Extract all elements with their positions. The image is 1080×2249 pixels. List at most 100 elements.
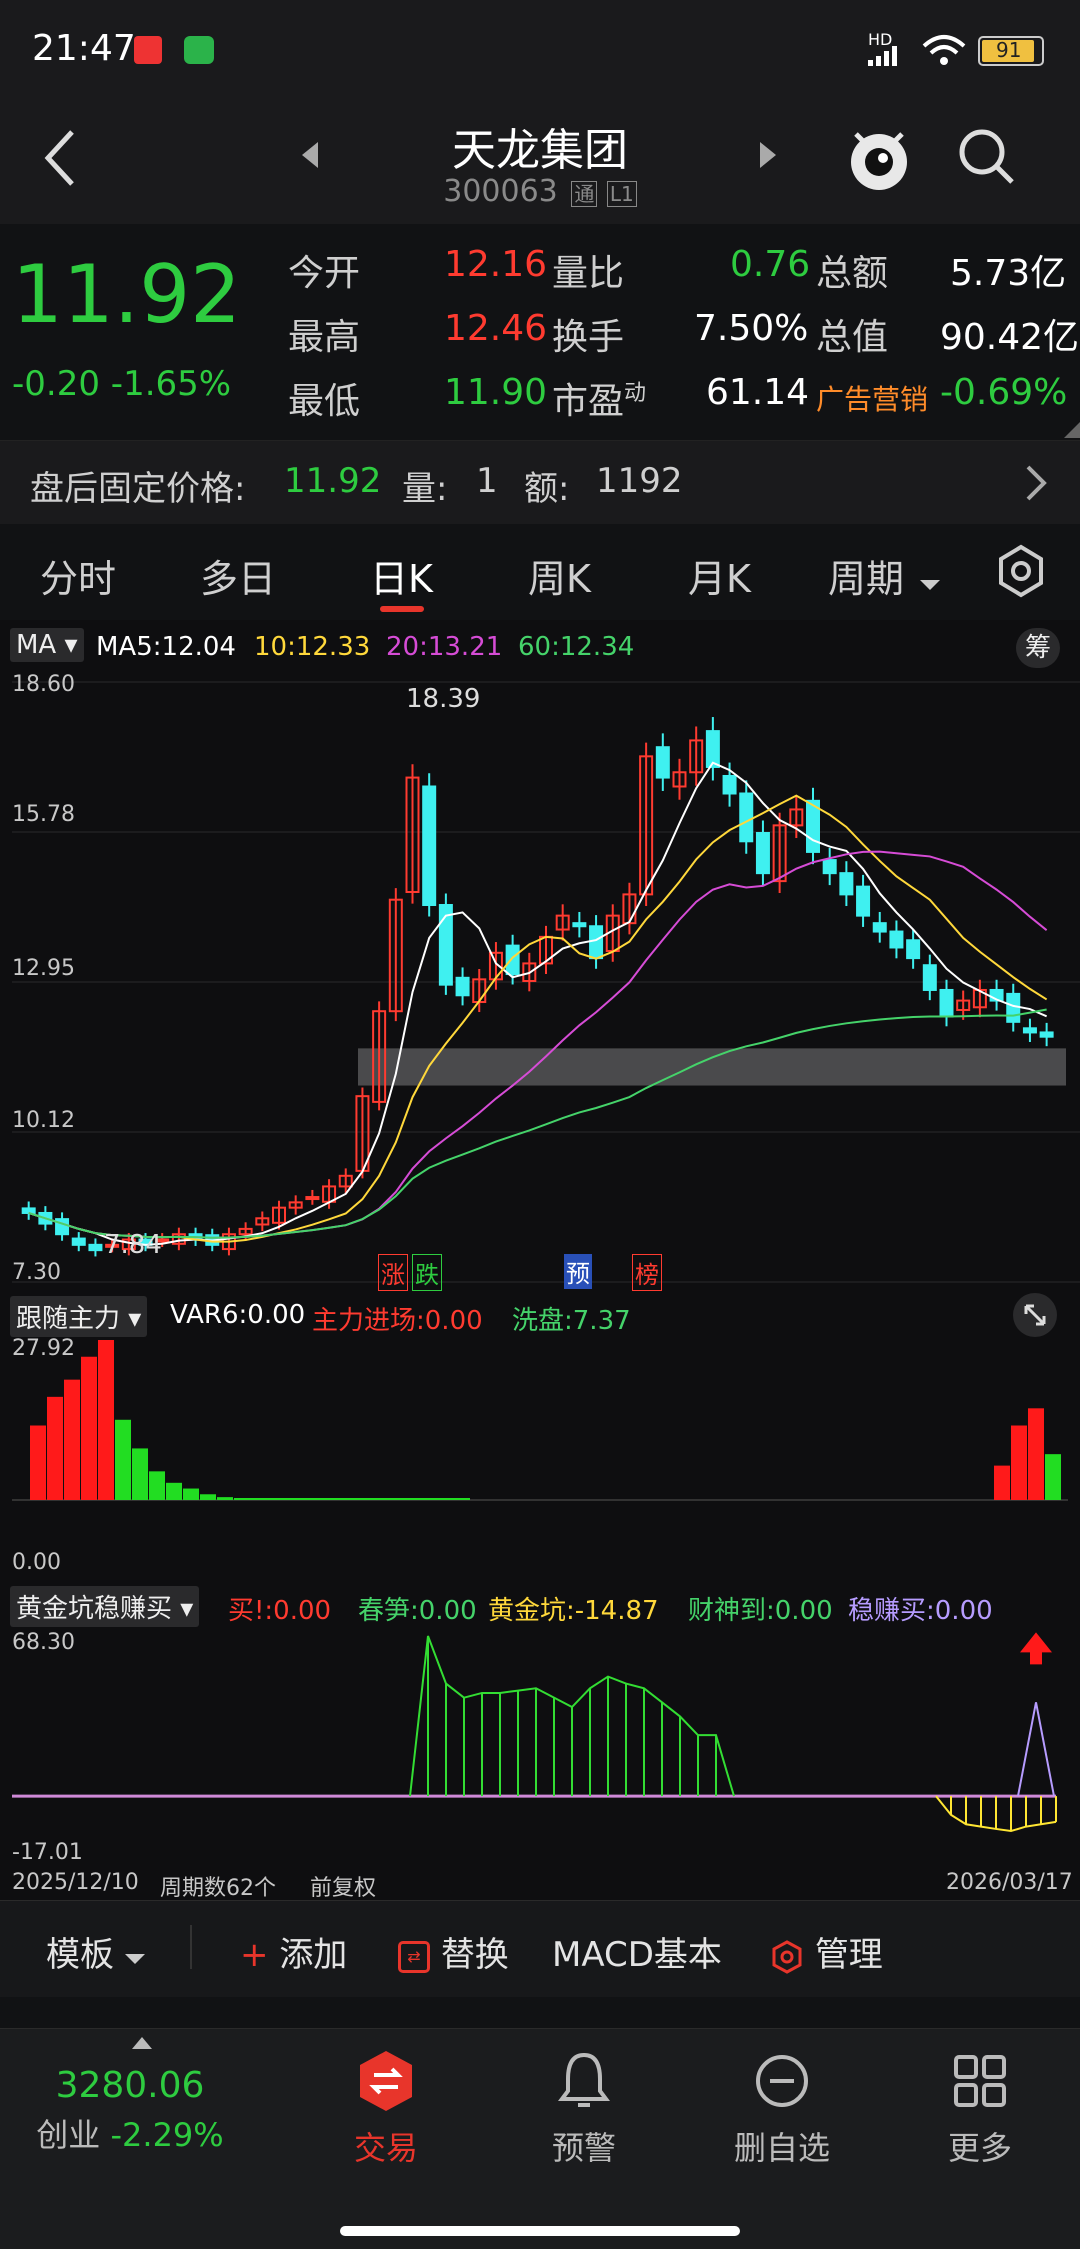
- wechat-icon: [184, 36, 214, 64]
- candle-body: [856, 885, 871, 917]
- y-tick-top: 18.60: [12, 672, 75, 697]
- after-hours-vol: 1: [476, 461, 498, 501]
- ma10-legend: 10:12.33: [254, 632, 371, 662]
- sub1-red-bar: [994, 1465, 1010, 1500]
- macd-basic-button[interactable]: MACD基本: [552, 1927, 722, 1976]
- nav-alert-label: 预警: [551, 2129, 616, 2167]
- sub2-buy-arrow-icon: [1020, 1632, 1052, 1665]
- tab-monthly-k[interactable]: 月K: [688, 548, 751, 603]
- settings-hexagon-icon[interactable]: [996, 544, 1046, 598]
- sub1-green-bar: [166, 1482, 182, 1500]
- amount-value: 5.73亿: [950, 253, 1067, 294]
- candle-body: [589, 925, 604, 960]
- sector-change: -0.69%: [940, 372, 1068, 413]
- marker-limit-up[interactable]: 涨: [378, 1254, 408, 1291]
- sub1-var6: VAR6:0.00: [170, 1300, 306, 1330]
- mv-label: 总值: [816, 317, 889, 358]
- index-change: -2.29%: [110, 2116, 224, 2154]
- candle-body: [906, 939, 921, 960]
- next-stock-icon[interactable]: [756, 140, 780, 170]
- add-label: 添加: [279, 1935, 348, 1975]
- sub2-indicator-dropdown[interactable]: 黄金坑稳赚买 ▾: [10, 1586, 200, 1627]
- change-percent: -1.65%: [110, 364, 232, 404]
- pe-label: 市盈动: [552, 372, 646, 424]
- candle-body: [755, 832, 770, 875]
- tab-daily-k[interactable]: 日K: [370, 548, 433, 603]
- after-hours-label: 盘后固定价格:: [30, 469, 246, 509]
- template-button[interactable]: 模板: [46, 1927, 145, 1976]
- sub2-indicator-name: 黄金坑稳赚买: [16, 1594, 173, 1624]
- gold-pit-chart[interactable]: [0, 1626, 1080, 1864]
- indicator-dropdown[interactable]: MA ▾: [10, 628, 84, 662]
- mv-value: 90.42亿: [940, 317, 1080, 358]
- sub2-steady-buy: 稳赚买:0.00: [848, 1596, 993, 1626]
- adjust-mode: 前复权: [310, 1876, 377, 1901]
- home-indicator[interactable]: [340, 2226, 740, 2236]
- tab-intraday[interactable]: 分时: [40, 548, 116, 603]
- corner-triangle-icon: [1064, 422, 1080, 438]
- y-tick-2: 15.78: [12, 802, 75, 827]
- sub1-red-bar: [64, 1379, 80, 1500]
- manage-hexagon-icon: [772, 1939, 802, 1974]
- after-hours-bar[interactable]: 盘后固定价格: 11.92 量: 1 额: 1192: [0, 440, 1080, 525]
- sub1-green-bar: [183, 1488, 199, 1500]
- y-tick-3: 12.95: [12, 956, 75, 981]
- swap-icon: ⇄: [398, 1940, 430, 1973]
- candle-body: [839, 872, 854, 896]
- indicator-toolbar: 模板 + 添加 ⇄ 替换 MACD基本 管理: [0, 1900, 1080, 1997]
- tab-period[interactable]: 周期: [828, 548, 941, 603]
- turnover-label: 换手: [552, 317, 625, 358]
- nav-remove-watchlist[interactable]: 删自选: [712, 2049, 852, 2169]
- sub1-indicator-dropdown[interactable]: 跟随主力 ▾: [10, 1296, 148, 1337]
- index-ticker[interactable]: 3280.06 创业 -2.29%: [30, 2065, 230, 2156]
- date-end: 2026/03/17: [946, 1870, 1073, 1895]
- chip-distribution-button[interactable]: 筹: [1016, 628, 1060, 668]
- sub1-green-bar: [149, 1471, 165, 1500]
- sub2-gold-pit: 黄金坑:-14.87: [488, 1596, 659, 1626]
- ma20-legend: 20:13.21: [386, 632, 503, 662]
- caret-down-icon: [920, 580, 941, 590]
- battery-level: 91: [996, 38, 1022, 62]
- sector-label[interactable]: 广告营销: [816, 378, 928, 418]
- kline-chart[interactable]: [0, 672, 1080, 1292]
- last-price: 11.92: [12, 248, 242, 341]
- after-hours-price: 11.92: [284, 461, 382, 501]
- sub1-green-bar: [132, 1448, 148, 1500]
- marker-forecast[interactable]: 预: [564, 1254, 592, 1289]
- tab-multi-day[interactable]: 多日: [200, 548, 276, 603]
- nav-alert[interactable]: 预警: [514, 2049, 654, 2169]
- expand-icon[interactable]: [1012, 1292, 1058, 1338]
- sub1-red-bar: [1011, 1425, 1027, 1500]
- tong-badge: 通: [571, 181, 598, 207]
- search-icon[interactable]: [956, 126, 1016, 186]
- amount-label: 总额: [816, 253, 889, 294]
- sub1-green-bar: [200, 1494, 216, 1500]
- sub2-fortune: 财神到:0.00: [688, 1596, 833, 1626]
- period-tabs: 分时 多日 日K 周K 月K 周期: [0, 524, 1080, 621]
- nav-trade[interactable]: 交易: [316, 2049, 456, 2169]
- caret-down-icon: [124, 1954, 145, 1964]
- sub1-ytop: 27.92: [12, 1336, 75, 1361]
- nav-more[interactable]: 更多: [910, 2049, 1050, 2169]
- chart-area[interactable]: MA ▾ MA5:12.04 10:12.33 20:13.21 60:12.3…: [0, 620, 1080, 1901]
- candle-body: [889, 930, 904, 949]
- mascot-icon[interactable]: [846, 118, 912, 194]
- app-icon-red: [134, 36, 162, 64]
- grid-icon: [954, 2055, 1006, 2107]
- marker-rank[interactable]: 榜: [632, 1254, 662, 1291]
- candle-body: [1022, 1027, 1037, 1034]
- nav-more-label: 更多: [947, 2129, 1012, 2167]
- replace-button[interactable]: ⇄ 替换: [398, 1927, 509, 1976]
- marker-limit-down[interactable]: 跌: [412, 1254, 442, 1291]
- pe-label-text: 市盈: [552, 381, 625, 422]
- sub2-spring: 春笋:0.00: [358, 1596, 477, 1626]
- tab-weekly-k[interactable]: 周K: [528, 548, 591, 603]
- add-button[interactable]: + 添加: [240, 1927, 347, 1976]
- manage-button[interactable]: 管理: [770, 1927, 883, 1976]
- active-tab-indicator: [380, 606, 424, 612]
- candle-body: [939, 988, 954, 1018]
- sub2-ybottom: -17.01: [12, 1840, 83, 1865]
- main-force-bar-chart[interactable]: [0, 1336, 1080, 1504]
- sub1-red-bar: [81, 1356, 97, 1500]
- candle-body: [1039, 1031, 1054, 1038]
